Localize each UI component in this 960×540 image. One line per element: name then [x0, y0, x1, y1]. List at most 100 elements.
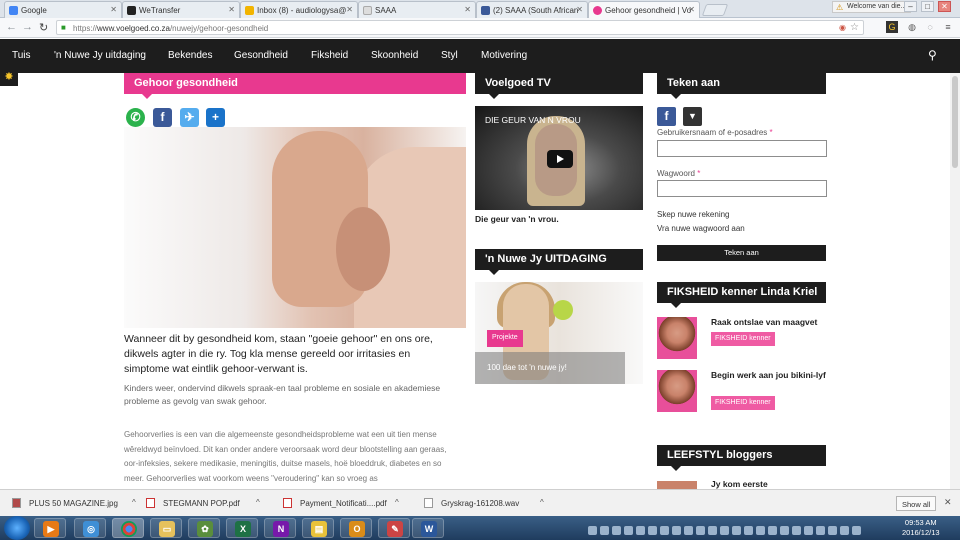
list-item-tag[interactable]: FIKSHEID kenner — [711, 332, 775, 346]
close-icon[interactable]: ✕ — [228, 5, 235, 14]
chevron-up-icon[interactable]: ^ — [540, 498, 544, 507]
browser-tab-google[interactable]: Google ✕ — [4, 1, 122, 18]
tray-icon[interactable] — [636, 526, 645, 535]
video-caption[interactable]: Die geur van 'n vrou. — [475, 214, 559, 224]
menu-icon[interactable]: ≡ — [942, 21, 954, 33]
download-item[interactable]: Gryskrag-161208.wav ^ — [424, 498, 544, 508]
nav-item-nuwe-jy[interactable]: 'n Nuwe Jy uitdaging — [54, 50, 146, 61]
show-all-button[interactable]: Show all — [896, 496, 937, 511]
nav-item-gesondheid[interactable]: Gesondheid — [234, 50, 288, 61]
list-item-title[interactable]: Raak ontslae van maagvet — [711, 317, 827, 328]
browser-tab-saaa-facebook[interactable]: (2) SAAA (South African ✕ — [476, 1, 588, 18]
tray-icon[interactable] — [648, 526, 657, 535]
nav-item-fiksheid[interactable]: Fiksheid — [311, 50, 348, 61]
close-icon[interactable]: ✕ — [688, 5, 695, 14]
facebook-share-icon[interactable]: f — [153, 108, 172, 127]
tray-icon[interactable] — [732, 526, 741, 535]
scrollbar-thumb[interactable] — [952, 76, 958, 168]
tray-icon[interactable] — [840, 526, 849, 535]
create-account-link[interactable]: Skep nuwe rekening — [657, 210, 730, 219]
tray-icon[interactable] — [744, 526, 753, 535]
search-icon[interactable]: ⚲ — [928, 48, 937, 62]
tray-icon[interactable] — [828, 526, 837, 535]
bookmark-star-icon[interactable]: ☆ — [850, 22, 859, 33]
tray-icon[interactable] — [672, 526, 681, 535]
tray-icon[interactable] — [684, 526, 693, 535]
nav-item-tuis[interactable]: Tuis — [12, 50, 31, 61]
forgot-password-link[interactable]: Vra nuwe wagwoord aan — [657, 224, 745, 233]
minimize-button[interactable]: – — [904, 1, 917, 12]
tray-icon[interactable] — [588, 526, 597, 535]
network-icon[interactable]: ◎ — [74, 518, 106, 538]
challenge-card[interactable]: Projekte 100 dae tot 'n nuwe jy! — [475, 282, 643, 384]
list-item-tag[interactable]: FIKSHEID kenner — [711, 396, 775, 410]
word-icon[interactable]: W — [412, 518, 444, 538]
tray-icon[interactable] — [852, 526, 861, 535]
user-profile-chip[interactable]: ⚠ Welcome van die... — [832, 1, 912, 13]
extension-shield-icon[interactable]: ◍ — [906, 21, 918, 33]
close-icon[interactable]: ✕ — [576, 5, 583, 14]
video-player[interactable]: DIE GEUR VAN N VROU — [475, 106, 643, 210]
nav-item-styl[interactable]: Styl — [441, 50, 458, 61]
settings-gear-icon[interactable]: ✸ — [0, 68, 18, 86]
nav-item-bekendes[interactable]: Bekendes — [168, 50, 212, 61]
password-field[interactable] — [657, 180, 827, 197]
tray-icon[interactable] — [600, 526, 609, 535]
blogger-post-title[interactable]: Jy kom eerste — [711, 479, 768, 489]
close-icon[interactable]: ✕ — [346, 5, 353, 14]
extension-puzzle-icon[interactable]: ◌ — [924, 21, 936, 33]
browser-tab-gehoor[interactable]: Gehoor gesondheid | Vo ✕ — [588, 1, 700, 18]
browser-tab-saaa[interactable]: SAAA ✕ — [358, 1, 476, 18]
outlook-icon[interactable]: O — [340, 518, 372, 538]
translate-icon[interactable]: ◉ — [839, 23, 846, 32]
tray-icon[interactable] — [624, 526, 633, 535]
tray-icon[interactable] — [768, 526, 777, 535]
address-bar[interactable]: ■ https://www.voelgoed.co.za/nuwejy/geho… — [56, 20, 864, 35]
chevron-down-icon[interactable]: ▼ — [683, 107, 702, 126]
chevron-up-icon[interactable]: ^ — [256, 498, 260, 507]
twitter-icon[interactable]: ✈ — [180, 108, 199, 127]
tray-icon[interactable] — [816, 526, 825, 535]
extension-icon[interactable]: G — [886, 21, 898, 33]
browser-tab-wetransfer[interactable]: WeTransfer ✕ — [122, 1, 240, 18]
download-item[interactable]: STEGMANN POP.pdf ^ — [146, 498, 260, 508]
tray-icon[interactable] — [720, 526, 729, 535]
download-item[interactable]: Payment_Notificati....pdf ^ — [283, 498, 399, 508]
tray-icon[interactable] — [612, 526, 621, 535]
excel-icon[interactable]: X — [226, 518, 258, 538]
media-player-icon[interactable]: ▶ — [34, 518, 66, 538]
reload-icon[interactable]: ↻ — [39, 21, 48, 34]
tray-icon[interactable] — [660, 526, 669, 535]
tray-icon[interactable] — [708, 526, 717, 535]
back-arrow-icon[interactable]: ← — [6, 21, 17, 33]
play-icon[interactable] — [547, 150, 573, 168]
puzzle-app-icon[interactable]: ✿ — [188, 518, 220, 538]
chrome-icon[interactable] — [112, 518, 144, 538]
system-tray[interactable] — [588, 522, 888, 535]
close-icon[interactable]: ✕ — [944, 497, 952, 508]
close-icon[interactable]: ✕ — [464, 5, 471, 14]
tray-icon[interactable] — [792, 526, 801, 535]
tray-icon[interactable] — [804, 526, 813, 535]
list-item[interactable]: Raak ontslae van maagvet FIKSHEID kenner — [657, 317, 827, 361]
onenote-icon[interactable]: N — [264, 518, 296, 538]
forward-arrow-icon[interactable]: → — [22, 21, 33, 33]
whatsapp-icon[interactable]: ✆ — [126, 108, 145, 127]
tray-icon[interactable] — [756, 526, 765, 535]
notes-icon[interactable]: ▤ — [302, 518, 334, 538]
tray-icon[interactable] — [780, 526, 789, 535]
download-item[interactable]: PLUS 50 MAGAZINE.jpg ^ — [12, 498, 136, 508]
close-icon[interactable]: ✕ — [110, 5, 117, 14]
username-field[interactable] — [657, 140, 827, 157]
new-tab-button[interactable] — [701, 4, 729, 16]
list-item-title[interactable]: Begin werk aan jou bikini-lyf — [711, 370, 827, 381]
facebook-login-icon[interactable]: f — [657, 107, 676, 126]
close-window-button[interactable]: ✕ — [938, 1, 951, 12]
start-button[interactable] — [4, 516, 30, 540]
tray-icon[interactable] — [696, 526, 705, 535]
challenge-caption[interactable]: 100 dae tot 'n nuwe jy! — [475, 352, 625, 384]
folder-icon[interactable]: ▭ — [150, 518, 182, 538]
browser-tab-inbox[interactable]: Inbox (8) - audiologysa@ ✕ — [240, 1, 358, 18]
taskbar-clock[interactable]: 09:53 AM 2016/12/13 — [902, 518, 940, 538]
challenge-tag[interactable]: Projekte — [487, 330, 523, 347]
